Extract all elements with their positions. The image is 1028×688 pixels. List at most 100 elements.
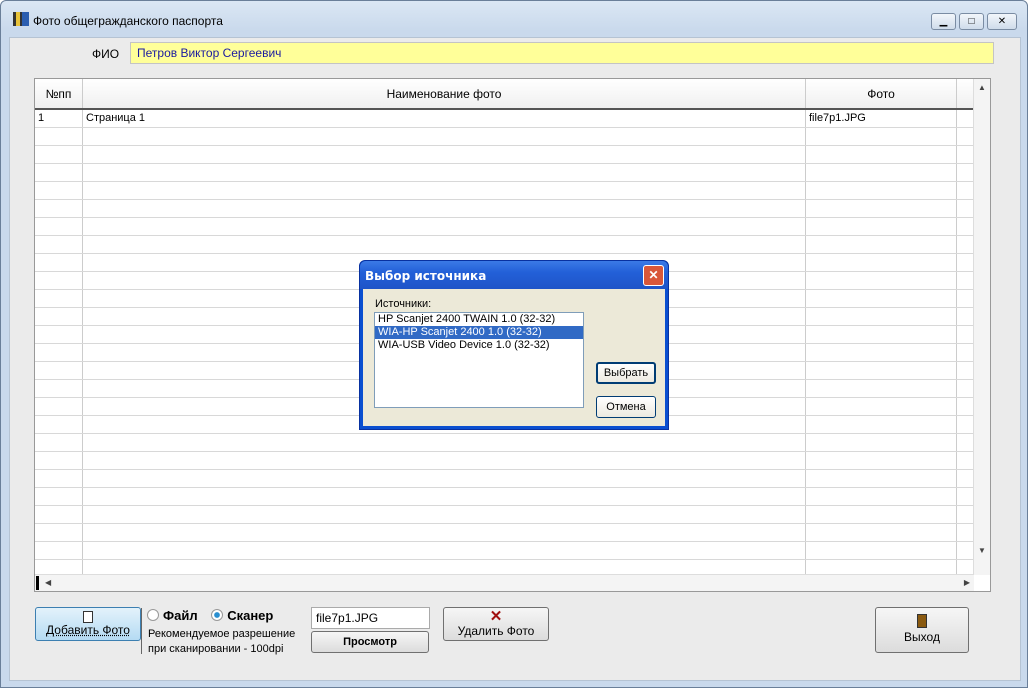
- scroll-up-icon[interactable]: ▲: [978, 83, 986, 92]
- table-cell: [806, 218, 957, 235]
- table-cell: [806, 434, 957, 451]
- table-cell: [83, 542, 806, 559]
- select-button[interactable]: Выбрать: [596, 362, 656, 384]
- table-cell: [957, 380, 974, 397]
- table-cell: [957, 362, 974, 379]
- column-header-photo[interactable]: Фото: [806, 79, 957, 108]
- table-cell: [35, 488, 83, 505]
- cell-name: Страница 1: [83, 110, 806, 127]
- maximize-button[interactable]: □: [959, 13, 984, 30]
- table-row-empty[interactable]: [35, 146, 974, 164]
- source-item[interactable]: WIA-USB Video Device 1.0 (32-32): [375, 339, 583, 352]
- delete-photo-label: Удалить Фото: [457, 624, 535, 638]
- table-cell: [35, 308, 83, 325]
- table-row-empty[interactable]: [35, 470, 974, 488]
- table-cell: [806, 488, 957, 505]
- radio-file[interactable]: Файл: [147, 608, 198, 623]
- file-name-field[interactable]: file7p1.JPG: [311, 607, 430, 629]
- cell-number: 1: [35, 110, 83, 127]
- table-row-empty[interactable]: [35, 542, 974, 560]
- table-cell: [957, 506, 974, 523]
- scroll-right-icon[interactable]: ▶: [964, 578, 970, 587]
- table-cell: [35, 326, 83, 343]
- table-row-empty[interactable]: [35, 506, 974, 524]
- table-cell: [806, 542, 957, 559]
- radio-scanner-label: Сканер: [227, 608, 274, 623]
- horizontal-scrollbar[interactable]: ◀ ▶: [35, 574, 974, 591]
- scroll-thumb[interactable]: [36, 576, 39, 590]
- table-row-empty[interactable]: [35, 128, 974, 146]
- table-row-empty[interactable]: [35, 164, 974, 182]
- table-cell: [957, 128, 974, 145]
- table-cell: [957, 452, 974, 469]
- table-row-empty[interactable]: [35, 452, 974, 470]
- table-cell: [83, 488, 806, 505]
- table-cell: [806, 470, 957, 487]
- new-document-icon: [83, 611, 93, 623]
- table-cell: [957, 254, 974, 271]
- cell-photo: file7p1.JPG: [806, 110, 957, 127]
- radio-scanner[interactable]: Сканер: [211, 608, 273, 623]
- table-row-empty[interactable]: [35, 182, 974, 200]
- table-cell: [957, 182, 974, 199]
- table-cell: [957, 470, 974, 487]
- table-cell: [35, 344, 83, 361]
- table-cell: [806, 236, 957, 253]
- table-cell: [83, 128, 806, 145]
- cell-spacer: [957, 110, 974, 127]
- table-cell: [35, 182, 83, 199]
- exit-label: Выход: [904, 630, 940, 644]
- radio-circle-selected: [211, 609, 224, 621]
- window-title: Фото общегражданского паспорта: [33, 14, 223, 28]
- table-row-empty[interactable]: [35, 236, 974, 254]
- table-cell: [806, 272, 957, 289]
- table-cell: [957, 488, 974, 505]
- scroll-left-icon[interactable]: ◀: [45, 578, 51, 587]
- source-radio-group: Файл Сканер: [147, 608, 273, 623]
- dialog-body: Источники: HP Scanjet 2400 TWAIN 1.0 (32…: [363, 289, 665, 426]
- column-header-name[interactable]: Наименование фото: [83, 79, 806, 108]
- table-cell: [35, 164, 83, 181]
- view-button[interactable]: Просмотр: [311, 631, 429, 653]
- table-row-empty[interactable]: [35, 524, 974, 542]
- scroll-down-icon[interactable]: ▼: [978, 546, 986, 555]
- source-item[interactable]: HP Scanjet 2400 TWAIN 1.0 (32-32): [375, 313, 583, 326]
- delete-photo-button[interactable]: ✕ Удалить Фото: [443, 607, 549, 641]
- table-row-empty[interactable]: [35, 434, 974, 452]
- exit-button[interactable]: Выход: [875, 607, 969, 653]
- cancel-button[interactable]: Отмена: [596, 396, 656, 418]
- table-cell: [806, 524, 957, 541]
- table-cell: [35, 434, 83, 451]
- table-cell: [35, 290, 83, 307]
- table-cell: [806, 146, 957, 163]
- table-cell: [957, 290, 974, 307]
- dialog-title[interactable]: Выбор источника: [360, 261, 668, 289]
- column-header-number[interactable]: №пп: [35, 79, 83, 108]
- table-cell: [806, 362, 957, 379]
- table-row-empty[interactable]: [35, 218, 974, 236]
- table-row[interactable]: 1 Страница 1 file7p1.JPG: [35, 110, 974, 128]
- close-button[interactable]: ✕: [987, 13, 1017, 30]
- hint-line-1: Рекомендуемое разрешение: [148, 628, 296, 640]
- title-bar[interactable]: Фото общегражданского паспорта ▁ □ ✕: [1, 1, 1027, 37]
- table-cell: [957, 146, 974, 163]
- vertical-scrollbar[interactable]: ▲ ▼: [973, 79, 990, 575]
- table-cell: [806, 398, 957, 415]
- sources-list[interactable]: HP Scanjet 2400 TWAIN 1.0 (32-32) WIA-HP…: [374, 312, 584, 408]
- add-photo-button[interactable]: Добавить Фото: [35, 607, 141, 641]
- table-row-empty[interactable]: [35, 488, 974, 506]
- table-row-empty[interactable]: [35, 200, 974, 218]
- table-cell: [806, 506, 957, 523]
- table-cell: [83, 470, 806, 487]
- exit-door-icon: [917, 614, 927, 628]
- hint-line-2: при сканировании - 100dpi: [148, 643, 284, 655]
- minimize-button[interactable]: ▁: [931, 13, 956, 30]
- fio-field[interactable]: Петров Виктор Сергеевич: [130, 42, 994, 64]
- source-item-selected[interactable]: WIA-HP Scanjet 2400 1.0 (32-32): [375, 326, 583, 339]
- table-cell: [35, 218, 83, 235]
- dialog-close-button[interactable]: ✕: [643, 265, 664, 286]
- table-cell: [957, 416, 974, 433]
- table-cell: [83, 218, 806, 235]
- table-cell: [35, 362, 83, 379]
- table-cell: [957, 434, 974, 451]
